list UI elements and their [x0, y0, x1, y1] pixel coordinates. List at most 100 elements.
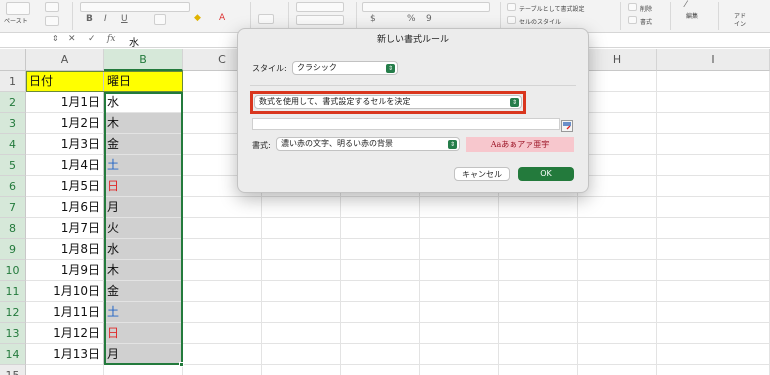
- row-header-7[interactable]: 7: [0, 197, 26, 218]
- date-cell[interactable]: 1月6日: [26, 197, 104, 218]
- date-cell[interactable]: 1月5日: [26, 176, 104, 197]
- select-all-corner[interactable]: [0, 49, 26, 71]
- weekday-cell[interactable]: 土: [104, 302, 183, 323]
- empty-cell[interactable]: [420, 365, 499, 375]
- empty-cell[interactable]: [657, 92, 770, 113]
- format-select[interactable]: 濃い赤の文字、明るい赤の背景 ⇕: [276, 137, 460, 151]
- empty-cell[interactable]: [578, 365, 657, 375]
- empty-cell[interactable]: [657, 281, 770, 302]
- date-cell[interactable]: 1月3日: [26, 134, 104, 155]
- date-cell[interactable]: 1月10日: [26, 281, 104, 302]
- empty-cell[interactable]: [420, 239, 499, 260]
- row-header-2[interactable]: 2: [0, 92, 26, 113]
- empty-cell[interactable]: [578, 134, 657, 155]
- format-icon[interactable]: [628, 16, 637, 24]
- empty-cell[interactable]: [183, 239, 262, 260]
- empty-cell[interactable]: [578, 155, 657, 176]
- empty-cell[interactable]: [183, 281, 262, 302]
- row-header-8[interactable]: 8: [0, 218, 26, 239]
- empty-cell[interactable]: [341, 218, 420, 239]
- weekday-cell[interactable]: 金: [104, 134, 183, 155]
- header-cell-day[interactable]: 曜日: [104, 71, 183, 92]
- column-header-i[interactable]: I: [657, 49, 770, 71]
- empty-cell[interactable]: [657, 218, 770, 239]
- align-icon[interactable]: [296, 2, 344, 12]
- editing-label[interactable]: 編集: [686, 11, 698, 20]
- empty-cell[interactable]: [26, 365, 104, 375]
- weekday-cell[interactable]: 日: [104, 176, 183, 197]
- row-header-9[interactable]: 9: [0, 239, 26, 260]
- empty-cell[interactable]: [578, 302, 657, 323]
- format-as-table-icon[interactable]: [507, 3, 516, 11]
- fill-color-icon[interactable]: ◆: [194, 13, 201, 23]
- empty-cell[interactable]: [657, 197, 770, 218]
- copy-icon[interactable]: [45, 2, 59, 12]
- empty-cell[interactable]: [341, 323, 420, 344]
- paste-icon[interactable]: [6, 2, 30, 15]
- empty-cell[interactable]: [183, 323, 262, 344]
- fx-icon[interactable]: fx: [107, 34, 115, 44]
- empty-cell[interactable]: [183, 260, 262, 281]
- empty-cell[interactable]: [499, 344, 578, 365]
- format-as-table-label[interactable]: テーブルとして書式設定: [519, 4, 584, 13]
- empty-cell[interactable]: [578, 323, 657, 344]
- row-header-5[interactable]: 5: [0, 155, 26, 176]
- empty-cell[interactable]: [657, 239, 770, 260]
- addin-label[interactable]: イン: [734, 19, 746, 28]
- weekday-cell[interactable]: 木: [104, 260, 183, 281]
- bold-button[interactable]: B: [86, 14, 93, 24]
- format-label[interactable]: 書式: [640, 17, 652, 26]
- empty-cell[interactable]: [578, 260, 657, 281]
- empty-cell[interactable]: [499, 281, 578, 302]
- empty-cell[interactable]: [657, 344, 770, 365]
- font-name-field[interactable]: [80, 2, 190, 12]
- empty-cell[interactable]: [578, 197, 657, 218]
- empty-cell[interactable]: [262, 281, 341, 302]
- empty-cell[interactable]: [657, 302, 770, 323]
- empty-cell[interactable]: [262, 218, 341, 239]
- cell-styles-icon[interactable]: [507, 16, 516, 24]
- empty-cell[interactable]: [262, 365, 341, 375]
- row-header-3[interactable]: 3: [0, 113, 26, 134]
- row-header-6[interactable]: 6: [0, 176, 26, 197]
- empty-cell[interactable]: [499, 323, 578, 344]
- empty-cell[interactable]: [262, 302, 341, 323]
- rule-type-select[interactable]: 数式を使用して、書式設定するセルを決定 ⇕: [254, 95, 522, 109]
- empty-cell[interactable]: [183, 218, 262, 239]
- empty-cell[interactable]: [578, 218, 657, 239]
- empty-cell[interactable]: [420, 197, 499, 218]
- row-header-11[interactable]: 11: [0, 281, 26, 302]
- delete-label[interactable]: 削除: [640, 4, 652, 13]
- weekday-cell[interactable]: 月: [104, 197, 183, 218]
- font-color-icon[interactable]: A: [219, 13, 225, 23]
- style-select[interactable]: クラシック ⇕: [292, 61, 398, 75]
- collapse-dialog-icon[interactable]: [561, 117, 573, 132]
- weekday-cell[interactable]: 木: [104, 113, 183, 134]
- empty-cell[interactable]: [657, 155, 770, 176]
- empty-cell[interactable]: [578, 71, 657, 92]
- empty-cell[interactable]: [657, 323, 770, 344]
- date-cell[interactable]: 1月8日: [26, 239, 104, 260]
- empty-cell[interactable]: [183, 365, 262, 375]
- cancel-icon[interactable]: ✕: [68, 34, 76, 44]
- currency-icon[interactable]: $: [370, 14, 376, 24]
- ok-button[interactable]: OK: [518, 167, 574, 181]
- row-header-12[interactable]: 12: [0, 302, 26, 323]
- empty-cell[interactable]: [183, 302, 262, 323]
- row-header-14[interactable]: 14: [0, 344, 26, 365]
- cancel-button[interactable]: キャンセル: [454, 167, 510, 181]
- row-header-1[interactable]: 1: [0, 71, 26, 92]
- empty-cell[interactable]: [578, 239, 657, 260]
- empty-cell[interactable]: [578, 113, 657, 134]
- empty-cell[interactable]: [262, 260, 341, 281]
- empty-cell[interactable]: [420, 302, 499, 323]
- percent-button[interactable]: %: [407, 14, 416, 24]
- weekday-cell[interactable]: 土: [104, 155, 183, 176]
- weekday-cell[interactable]: 水: [104, 92, 183, 113]
- empty-cell[interactable]: [341, 281, 420, 302]
- empty-cell[interactable]: [341, 365, 420, 375]
- empty-cell[interactable]: [341, 260, 420, 281]
- empty-cell[interactable]: [420, 281, 499, 302]
- column-header-h[interactable]: H: [578, 49, 657, 71]
- empty-cell[interactable]: [341, 344, 420, 365]
